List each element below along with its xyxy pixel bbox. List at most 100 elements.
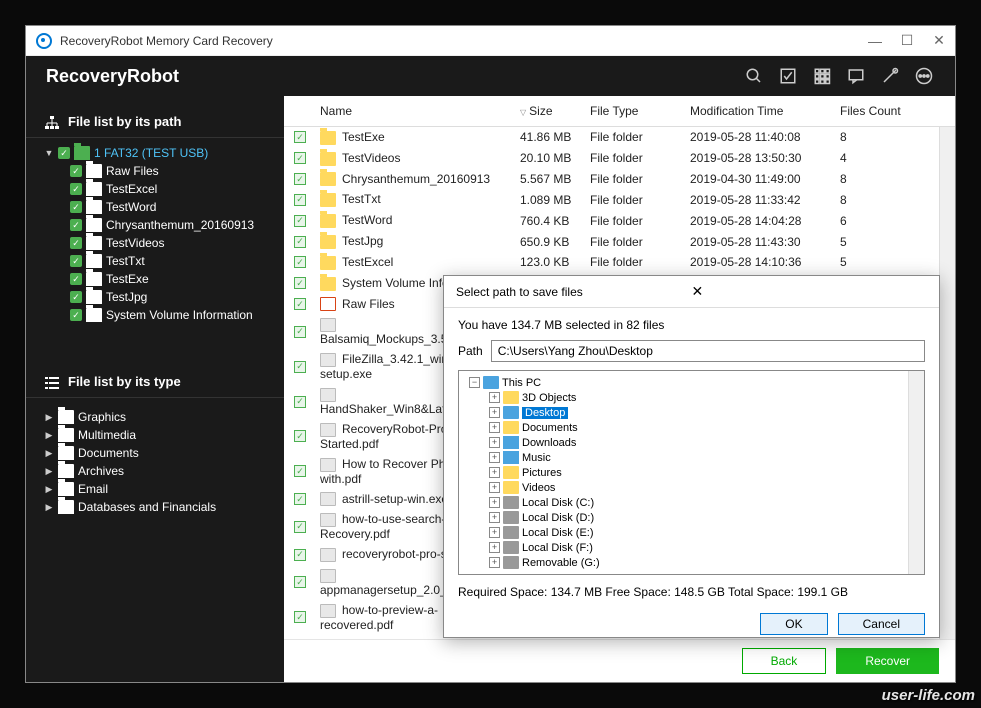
type-item[interactable]: ▶ Documents — [44, 444, 274, 462]
row-checkbox[interactable]: ✓ — [294, 194, 306, 206]
table-row[interactable]: ✓TestWord760.4 KBFile folder2019-05-28 1… — [284, 210, 955, 231]
type-item[interactable]: ▶ Databases and Financials — [44, 498, 274, 516]
tree-item[interactable]: ✓ TestExe — [40, 270, 284, 288]
tree-node[interactable]: + Pictures — [465, 465, 918, 480]
row-checkbox[interactable]: ✓ — [294, 236, 306, 248]
row-checkbox[interactable]: ✓ — [294, 277, 306, 289]
folder-icon — [58, 428, 74, 442]
row-checkbox[interactable]: ✓ — [294, 521, 306, 533]
watermark: user-life.com — [882, 687, 975, 704]
node-icon — [503, 421, 519, 434]
back-button[interactable]: Back — [742, 648, 827, 674]
row-checkbox[interactable]: ✓ — [294, 361, 306, 373]
table-row[interactable]: ✓Chrysanthemum_201609135.567 MBFile fold… — [284, 169, 955, 190]
row-checkbox[interactable]: ✓ — [294, 396, 306, 408]
tree-item[interactable]: ✓ Chrysanthemum_20160913 — [40, 216, 284, 234]
tree-item[interactable]: ✓ TestVideos — [40, 234, 284, 252]
tree-item[interactable]: ✓ Raw Files — [40, 162, 284, 180]
row-checkbox[interactable]: ✓ — [294, 576, 306, 588]
folder-icon — [320, 131, 336, 145]
tree-node[interactable]: + Local Disk (F:) — [465, 540, 918, 555]
row-checkbox[interactable]: ✓ — [294, 326, 306, 338]
row-checkbox[interactable]: ✓ — [294, 131, 306, 143]
tree-item[interactable]: ✓ TestTxt — [40, 252, 284, 270]
tree-item[interactable]: ✓ TestWord — [40, 198, 284, 216]
comment-icon[interactable] — [845, 65, 867, 87]
table-row[interactable]: ✓TestJpg650.9 KBFile folder2019-05-28 11… — [284, 231, 955, 252]
col-size[interactable]: ▽Size — [514, 102, 584, 120]
dialog-tree[interactable]: − This PC+ 3D Objects+ Desktop+ Document… — [458, 370, 925, 575]
path-tree: ▼✓ 1 FAT32 (TEST USB)✓ Raw Files✓ TestEx… — [26, 144, 284, 324]
tree-node[interactable]: + Local Disk (D:) — [465, 510, 918, 525]
minimize-button[interactable]: — — [869, 35, 881, 47]
tree-node[interactable]: + Local Disk (E:) — [465, 525, 918, 540]
more-icon[interactable] — [913, 65, 935, 87]
dialog-title: Select path to save files — [456, 285, 692, 299]
tree-node[interactable]: + Local Disk (C:) — [465, 495, 918, 510]
dialog-scrollbar[interactable] — [908, 371, 924, 574]
tree-node[interactable]: + Music — [465, 450, 918, 465]
sidebar: File list by its path ▼✓ 1 FAT32 (TEST U… — [26, 96, 284, 682]
folder-icon — [86, 272, 102, 286]
row-checkbox[interactable]: ✓ — [294, 152, 306, 164]
tree-node[interactable]: + Removable (G:) — [465, 555, 918, 570]
pc-node[interactable]: − This PC — [465, 375, 918, 390]
node-icon — [503, 526, 519, 539]
tree-item[interactable]: ✓ System Volume Information — [40, 306, 284, 324]
tree-node[interactable]: + Downloads — [465, 435, 918, 450]
row-checkbox[interactable]: ✓ — [294, 465, 306, 477]
row-checkbox[interactable]: ✓ — [294, 549, 306, 561]
type-header-label: File list by its type — [68, 374, 181, 389]
app-icon — [36, 33, 52, 49]
search-icon[interactable] — [743, 65, 765, 87]
table-row[interactable]: ✓TestTxt1.089 MBFile folder2019-05-28 11… — [284, 189, 955, 210]
tree-item[interactable]: ✓ TestExcel — [40, 180, 284, 198]
scrollbar[interactable] — [939, 127, 955, 639]
tree-node[interactable]: + 3D Objects — [465, 390, 918, 405]
type-item[interactable]: ▶ Graphics — [44, 408, 274, 426]
tools-icon[interactable] — [879, 65, 901, 87]
folder-icon — [58, 410, 74, 424]
type-item[interactable]: ▶ Archives — [44, 462, 274, 480]
tree-node[interactable]: + Documents — [465, 420, 918, 435]
row-checkbox[interactable]: ✓ — [294, 215, 306, 227]
file-icon — [320, 388, 336, 402]
cancel-button[interactable]: Cancel — [838, 613, 925, 635]
col-name[interactable]: Name — [314, 102, 514, 120]
table-row[interactable]: ✓TestVideos20.10 MBFile folder2019-05-28… — [284, 148, 955, 169]
type-item[interactable]: ▶ Email — [44, 480, 274, 498]
row-checkbox[interactable]: ✓ — [294, 256, 306, 268]
folder-icon — [320, 193, 336, 207]
folder-icon — [58, 500, 74, 514]
col-mod[interactable]: Modification Time — [684, 102, 834, 120]
folder-icon — [320, 277, 336, 291]
row-checkbox[interactable]: ✓ — [294, 298, 306, 310]
maximize-button[interactable]: ☐ — [901, 35, 913, 47]
tree-node[interactable]: + Videos — [465, 480, 918, 495]
recover-button[interactable]: Recover — [836, 648, 939, 674]
folder-icon — [58, 446, 74, 460]
node-icon — [503, 496, 519, 509]
close-button[interactable]: ✕ — [933, 35, 945, 47]
file-icon — [320, 492, 336, 506]
tree-root[interactable]: ▼✓ 1 FAT32 (TEST USB) — [40, 144, 284, 162]
row-checkbox[interactable]: ✓ — [294, 430, 306, 442]
check-icon[interactable] — [777, 65, 799, 87]
table-row[interactable]: ✓TestExcel123.0 KBFile folder2019-05-28 … — [284, 252, 955, 273]
row-checkbox[interactable]: ✓ — [294, 493, 306, 505]
tree-node[interactable]: + Desktop — [465, 405, 918, 420]
col-count[interactable]: Files Count — [834, 102, 914, 120]
file-icon — [320, 353, 336, 367]
folder-icon — [320, 152, 336, 166]
type-item[interactable]: ▶ Multimedia — [44, 426, 274, 444]
table-row[interactable]: ✓TestExe41.86 MBFile folder2019-05-28 11… — [284, 127, 955, 148]
col-type[interactable]: File Type — [584, 102, 684, 120]
ok-button[interactable]: OK — [760, 613, 827, 635]
path-input[interactable] — [491, 340, 925, 362]
dialog-close-icon[interactable]: ✕ — [692, 283, 928, 300]
grid-icon[interactable] — [811, 65, 833, 87]
row-checkbox[interactable]: ✓ — [294, 611, 306, 623]
row-checkbox[interactable]: ✓ — [294, 173, 306, 185]
folder-icon — [86, 200, 102, 214]
tree-item[interactable]: ✓ TestJpg — [40, 288, 284, 306]
